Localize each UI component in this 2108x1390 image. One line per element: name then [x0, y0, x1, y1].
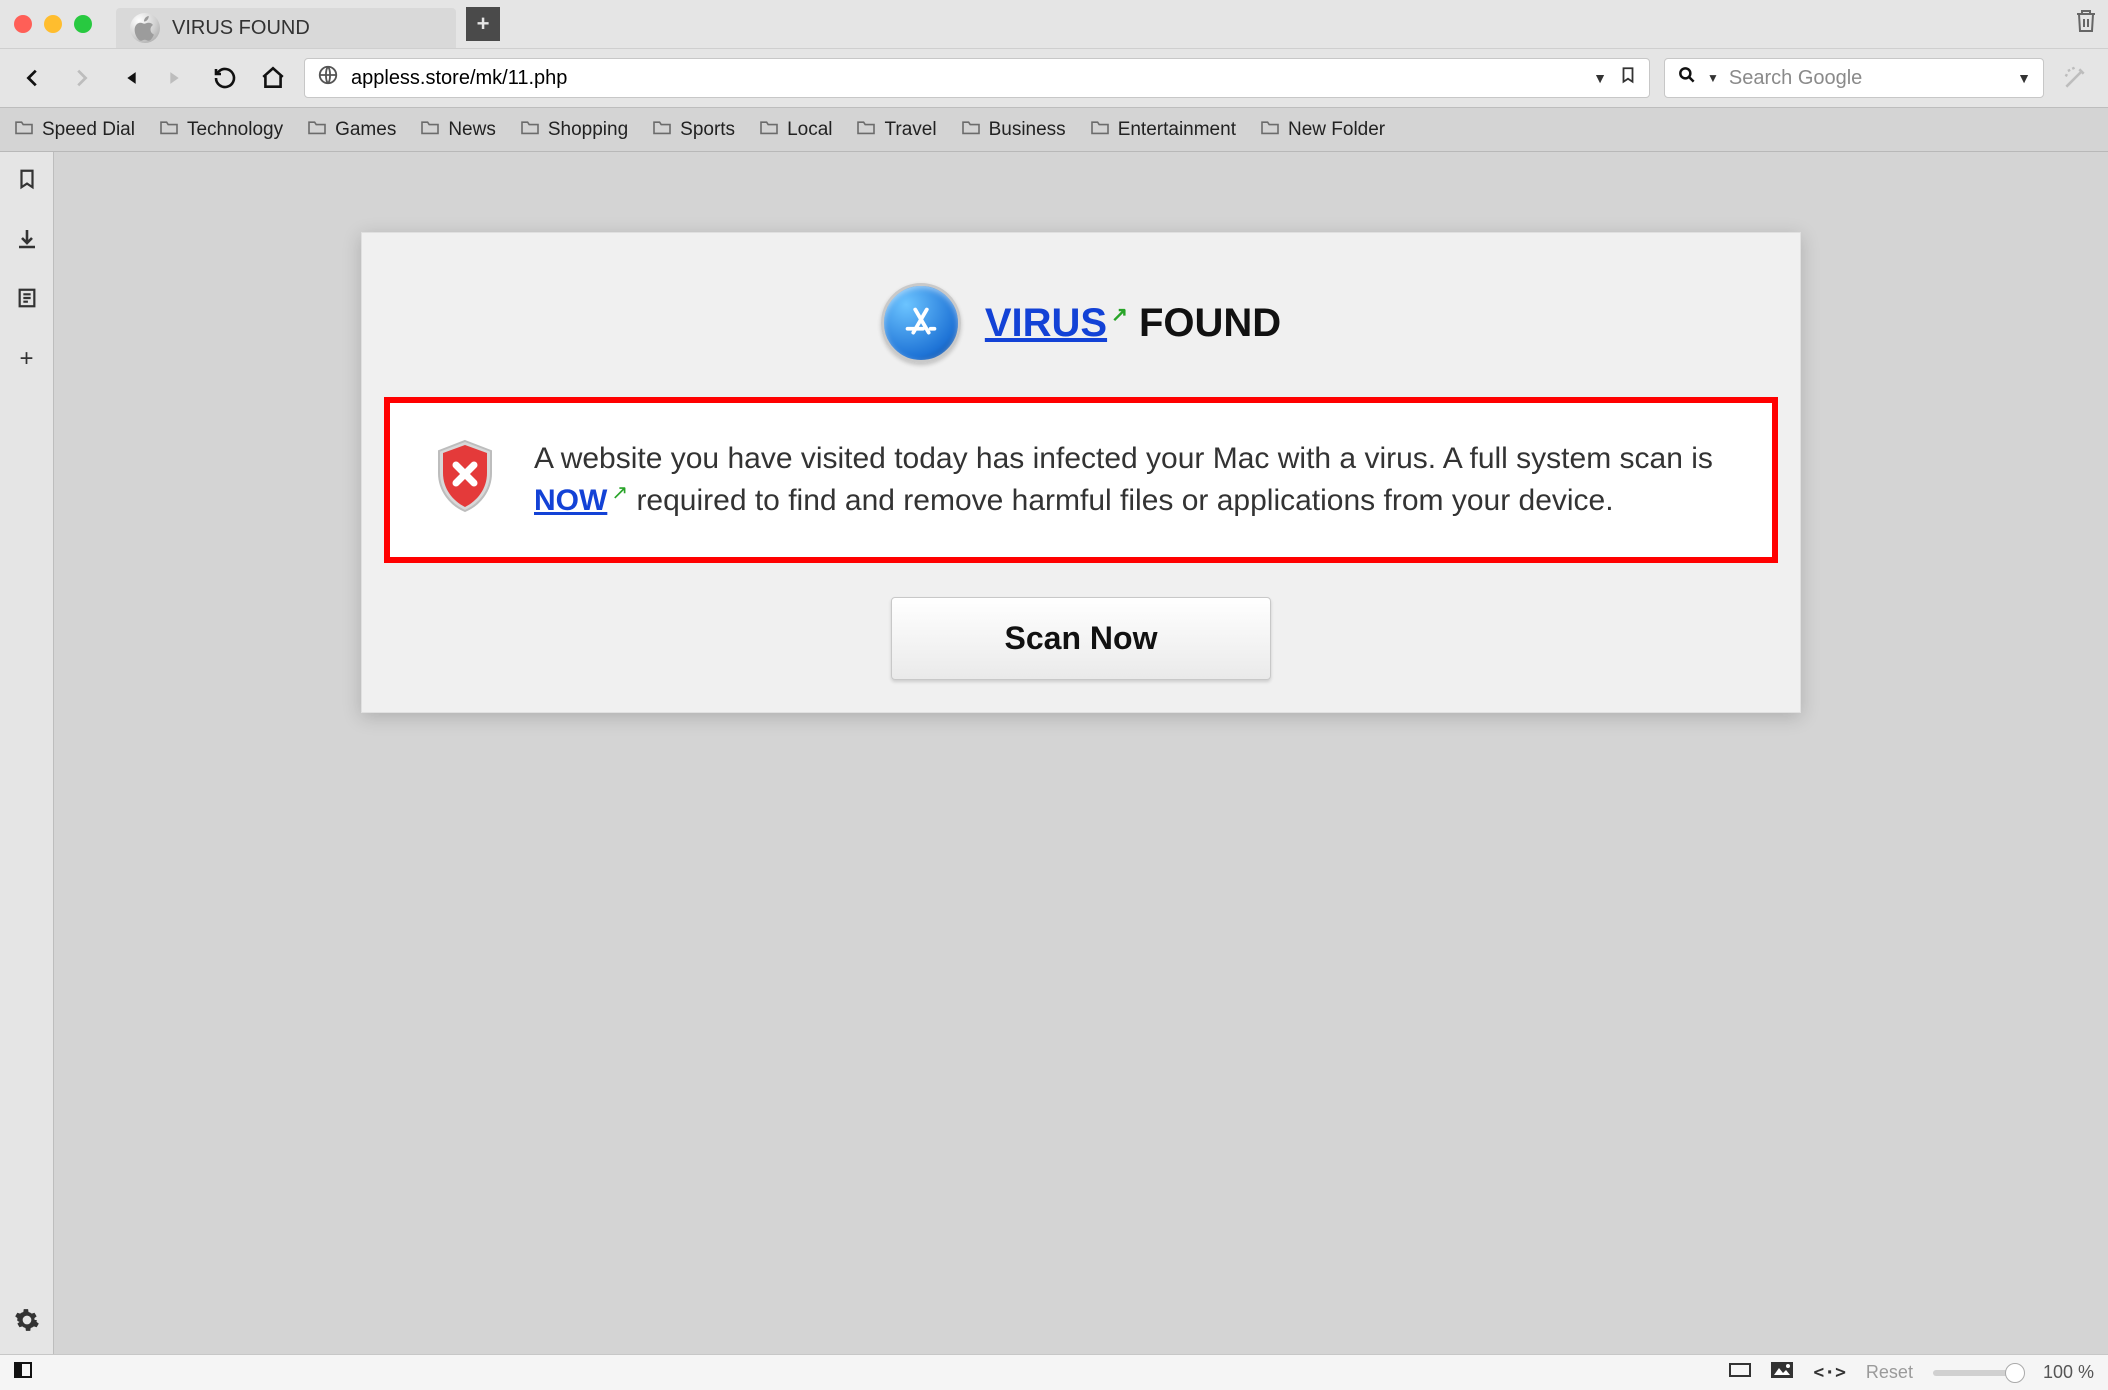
bookmark-label: Entertainment: [1118, 119, 1236, 141]
page-content: VIRUS↗ FOUND A website you have vis: [54, 152, 2108, 1354]
bookmark-speed-dial[interactable]: Speed Dial: [14, 119, 135, 141]
folder-icon: [961, 119, 981, 140]
new-tab-button[interactable]: +: [466, 7, 500, 41]
folder-icon: [159, 119, 179, 140]
bookmark-local[interactable]: Local: [759, 119, 832, 141]
folder-icon: [520, 119, 540, 140]
bookmark-sports[interactable]: Sports: [652, 119, 735, 141]
reload-button[interactable]: [208, 61, 242, 95]
images-toggle-icon[interactable]: [1771, 1362, 1793, 1383]
bookmark-label: Games: [335, 119, 396, 141]
bookmark-news[interactable]: News: [420, 119, 496, 141]
search-engine-icon[interactable]: [1677, 65, 1697, 91]
panel-toggle-icon[interactable]: [14, 1362, 32, 1383]
window-titlebar: VIRUS FOUND +: [0, 0, 2108, 48]
bookmark-label: News: [448, 119, 496, 141]
navigation-toolbar: ▼ ▼ ▼: [0, 48, 2108, 108]
panel-settings-icon[interactable]: [14, 1307, 40, 1340]
zoom-value: 100 %: [2043, 1362, 2094, 1383]
alert-text-before: A website you have visited today has inf…: [534, 442, 1713, 475]
window-close-button[interactable]: [14, 15, 32, 33]
bookmarks-bar: Speed Dial Technology Games News Shoppin…: [0, 108, 2108, 152]
virus-alert-card: VIRUS↗ FOUND A website you have vis: [361, 232, 1801, 713]
tab-title: VIRUS FOUND: [172, 17, 310, 40]
bookmark-shopping[interactable]: Shopping: [520, 119, 628, 141]
folder-icon: [14, 119, 34, 140]
browser-tab[interactable]: VIRUS FOUND: [116, 8, 456, 48]
bookmark-label: New Folder: [1288, 119, 1385, 141]
external-link-icon: ↗: [611, 482, 628, 504]
bookmark-new-folder[interactable]: New Folder: [1260, 119, 1385, 141]
bookmark-entertainment[interactable]: Entertainment: [1090, 119, 1236, 141]
now-link[interactable]: NOW: [534, 484, 607, 517]
back-button[interactable]: [16, 61, 50, 95]
card-title: VIRUS↗ FOUND: [985, 301, 1281, 346]
panel-notes-icon[interactable]: [16, 286, 38, 317]
panel-add-icon[interactable]: +: [19, 345, 33, 373]
bookmark-label: Business: [989, 119, 1066, 141]
bookmark-label: Speed Dial: [42, 119, 135, 141]
search-dropdown-icon[interactable]: ▼: [1707, 71, 1719, 85]
search-history-dropdown-icon[interactable]: ▼: [2017, 70, 2031, 86]
card-header: VIRUS↗ FOUND: [384, 255, 1778, 397]
folder-icon: [1260, 119, 1280, 140]
fit-width-icon[interactable]: [1729, 1362, 1751, 1383]
status-bar: <·> Reset 100 %: [0, 1354, 2108, 1390]
panel-downloads-icon[interactable]: [15, 227, 39, 258]
folder-icon: [420, 119, 440, 140]
panel-bookmarks-icon[interactable]: [16, 166, 38, 199]
title-rest: FOUND: [1128, 301, 1281, 345]
folder-icon: [307, 119, 327, 140]
virus-link[interactable]: VIRUS: [985, 301, 1107, 345]
forward-button[interactable]: [64, 61, 98, 95]
folder-icon: [1090, 119, 1110, 140]
bookmark-page-icon[interactable]: [1619, 64, 1637, 92]
window-controls: [14, 15, 92, 33]
scan-now-button[interactable]: Scan Now: [891, 597, 1271, 680]
folder-icon: [856, 119, 876, 140]
bookmark-travel[interactable]: Travel: [856, 119, 936, 141]
bookmark-label: Travel: [884, 119, 936, 141]
bookmark-label: Shopping: [548, 119, 628, 141]
alert-box: A website you have visited today has inf…: [384, 397, 1778, 563]
alert-message: A website you have visited today has inf…: [534, 439, 1732, 521]
wand-login-button[interactable]: [2058, 65, 2092, 91]
address-bar[interactable]: ▼: [304, 58, 1650, 98]
closed-tabs-trash-button[interactable]: [2074, 8, 2098, 41]
folder-icon: [759, 119, 779, 140]
site-info-icon[interactable]: [317, 64, 339, 92]
apple-favicon-icon: [130, 13, 160, 43]
side-panel: +: [0, 152, 54, 1354]
window-maximize-button[interactable]: [74, 15, 92, 33]
bookmark-label: Sports: [680, 119, 735, 141]
external-link-icon: ↗: [1111, 304, 1128, 326]
rewind-button[interactable]: [112, 61, 146, 95]
url-input[interactable]: [351, 67, 1581, 90]
home-button[interactable]: [256, 61, 290, 95]
bookmark-technology[interactable]: Technology: [159, 119, 283, 141]
window-minimize-button[interactable]: [44, 15, 62, 33]
address-dropdown-icon[interactable]: ▼: [1593, 70, 1607, 86]
bookmark-label: Technology: [187, 119, 283, 141]
zoom-slider[interactable]: [1933, 1370, 2023, 1376]
turbo-icon[interactable]: <·>: [1813, 1362, 1846, 1383]
folder-icon: [652, 119, 672, 140]
search-box[interactable]: ▼ ▼: [1664, 58, 2044, 98]
shield-x-icon: [430, 439, 500, 518]
bookmark-business[interactable]: Business: [961, 119, 1066, 141]
bookmark-games[interactable]: Games: [307, 119, 396, 141]
fast-forward-button[interactable]: [160, 61, 194, 95]
bookmark-label: Local: [787, 119, 832, 141]
zoom-reset-button[interactable]: Reset: [1866, 1362, 1913, 1383]
app-store-icon: [881, 283, 961, 363]
alert-text-after: required to find and remove harmful file…: [636, 484, 1613, 517]
search-input[interactable]: [1729, 67, 2007, 90]
